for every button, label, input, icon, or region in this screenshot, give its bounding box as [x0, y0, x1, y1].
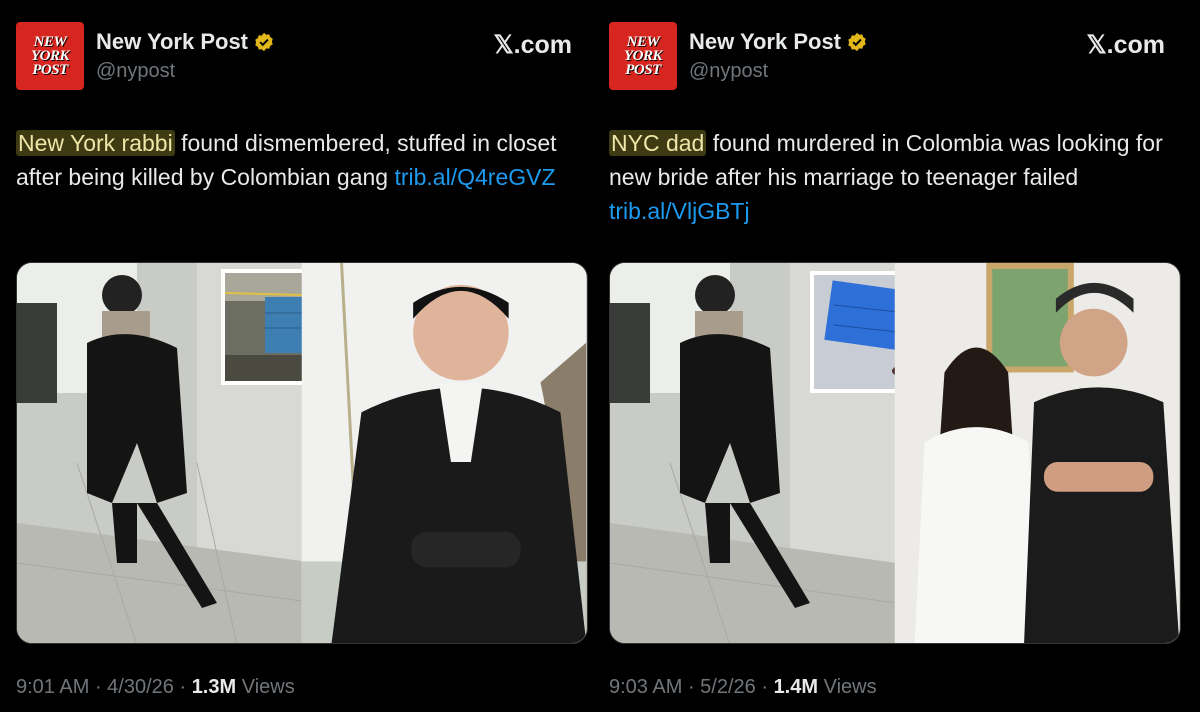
meta-separator: ·	[755, 676, 774, 698]
logo-line: YORK	[623, 48, 663, 64]
tweet-header: NEW YORK POST New York Post @nypost 𝕏.co…	[16, 22, 572, 92]
views-label: Views	[823, 676, 877, 698]
tweet-media-image[interactable]	[609, 262, 1181, 644]
x-site-label: 𝕏.com	[493, 31, 573, 59]
logo-line: NEW	[33, 34, 67, 50]
tweet-card-2[interactable]: NEW YORK POST New York Post @nypost 𝕏.co…	[593, 0, 1185, 712]
views-count: 1.3M	[191, 676, 237, 698]
tweet-meta: 9:03 AM · 5/2/26 · 1.4M Views	[609, 676, 877, 699]
logo-line: POST	[32, 62, 68, 78]
meta-separator: ·	[682, 676, 701, 698]
nypost-logo-avatar[interactable]: NEW YORK POST	[609, 22, 677, 90]
logo-line: NEW	[626, 34, 660, 50]
portrait-image	[894, 263, 1180, 643]
account-handle[interactable]: @nypost	[96, 60, 175, 83]
verified-badge-icon	[255, 32, 273, 52]
tweet-text: NYC dad found murdered in Colombia was l…	[609, 126, 1169, 228]
tweet-media-image[interactable]	[16, 262, 588, 644]
tweet-link[interactable]: trib.al/Q4reGVZ	[394, 164, 555, 190]
x-site-label: 𝕏.com	[1086, 31, 1166, 59]
tweet-card-1[interactable]: NEW YORK POST New York Post @nypost 𝕏.co…	[0, 0, 592, 712]
tweet-meta: 9:01 AM · 4/30/26 · 1.3M Views	[16, 676, 295, 699]
tweet-date[interactable]: 4/30/26	[107, 676, 174, 698]
nypost-logo-avatar[interactable]: NEW YORK POST	[16, 22, 84, 90]
account-name[interactable]: New York Post	[96, 29, 248, 55]
meta-separator: ·	[173, 676, 192, 698]
highlighted-phrase: NYC dad	[609, 130, 707, 156]
meta-separator: ·	[89, 676, 108, 698]
logo-line: YORK	[30, 48, 70, 64]
tweet-time[interactable]: 9:01 AM	[16, 676, 89, 698]
tweet-date[interactable]: 5/2/26	[700, 676, 756, 698]
highlighted-phrase: New York rabbi	[16, 130, 175, 156]
tweet-link[interactable]: trib.al/VljGBTj	[609, 198, 750, 224]
logo-line: POST	[625, 62, 661, 78]
account-handle[interactable]: @nypost	[689, 60, 768, 83]
verified-badge-icon	[848, 32, 866, 52]
portrait-image	[301, 263, 587, 643]
tweet-text: New York rabbi found dismembered, stuffe…	[16, 126, 576, 194]
tweet-time[interactable]: 9:03 AM	[609, 676, 682, 698]
views-count: 1.4M	[773, 676, 819, 698]
account-name[interactable]: New York Post	[689, 29, 841, 55]
tweet-header: NEW YORK POST New York Post @nypost 𝕏.co…	[609, 22, 1165, 92]
views-label: Views	[241, 676, 295, 698]
